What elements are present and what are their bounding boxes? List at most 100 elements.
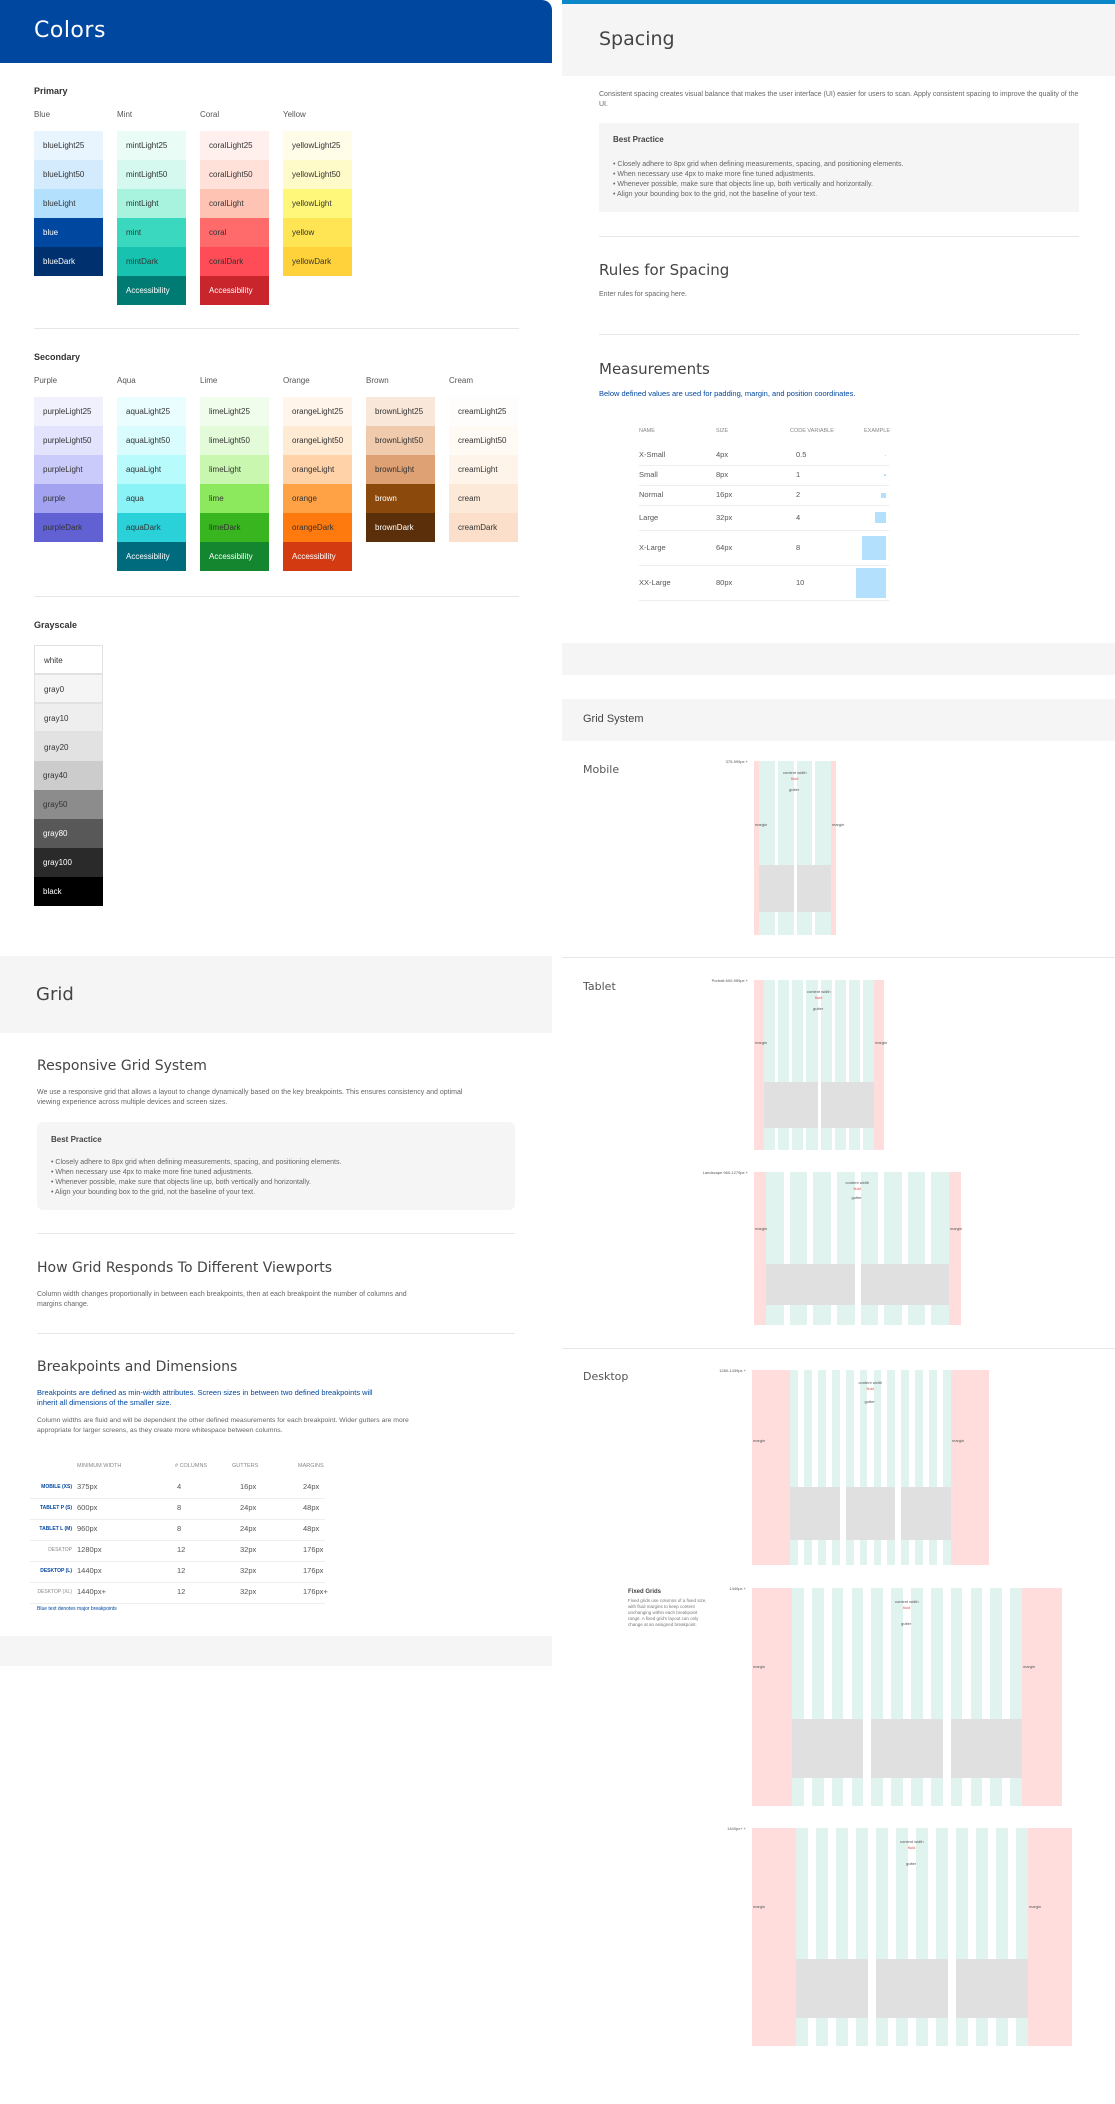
color-swatch: purpleLight25 xyxy=(34,397,103,426)
best-practice-item: • Closely adhere to 8px grid when defini… xyxy=(51,1159,342,1166)
color-swatch: brownLight xyxy=(366,455,435,484)
table-cell: 176px xyxy=(303,1566,324,1575)
table-cell: 32px xyxy=(716,512,733,522)
table-cell: X-Small xyxy=(639,450,666,459)
spacing-best-practice: Best Practice • Closely adhere to 8px gr… xyxy=(599,123,1079,212)
breakpoint-name: TABLET L (M) xyxy=(39,1526,72,1532)
gutter-label: gutter xyxy=(864,1399,875,1405)
color-swatch: aquaLight xyxy=(117,455,186,484)
grid-margin xyxy=(1028,1828,1072,2046)
breakpoint-name: DESKTOP xyxy=(48,1547,72,1553)
margin-label: margin xyxy=(753,1904,766,1910)
color-swatch: brown xyxy=(366,484,435,513)
content-block xyxy=(845,1487,896,1540)
table-cell: 16px xyxy=(716,490,733,499)
best-practice-list: • Closely adhere to 8px grid when defini… xyxy=(613,160,903,200)
grid-margin xyxy=(754,980,764,1150)
table-cell: 32px xyxy=(240,1566,257,1575)
spacing-title: Spacing xyxy=(599,28,675,50)
divider xyxy=(562,1348,1115,1349)
table-cell: 4px xyxy=(716,450,729,459)
table-cell: 8 xyxy=(177,1524,182,1533)
color-swatch: mintLight50 xyxy=(117,160,186,189)
breakpoint-name: MOBILE (XS) xyxy=(41,1484,72,1490)
grid-margin xyxy=(754,1172,766,1325)
color-swatch: coralLight xyxy=(200,189,269,218)
color-swatch: brownDark xyxy=(366,513,435,542)
grid-margin xyxy=(949,1172,961,1325)
grid-margin xyxy=(752,1588,792,1806)
viewports-text: Column width changes proportionally in b… xyxy=(37,1291,407,1308)
spacing-header: Spacing xyxy=(562,4,1115,76)
colors-title: Colors xyxy=(34,18,106,43)
table-cell: 2 xyxy=(796,490,801,499)
margin-label: margin xyxy=(755,1039,768,1045)
table-row-line xyxy=(639,465,889,466)
table-row-line xyxy=(30,1582,325,1583)
breakpoint-name: DESKTOP (L) xyxy=(40,1568,72,1574)
best-practice-title: Best Practice xyxy=(51,1135,102,1144)
color-swatch: Accessibility xyxy=(200,542,269,571)
best-practice-title: Best Practice xyxy=(613,135,664,144)
table-cell: 24px xyxy=(240,1503,257,1512)
breakpoint-range: 1440px+ + xyxy=(727,1826,746,1831)
content-width-label: content width xyxy=(858,1379,883,1385)
margin-label: margin xyxy=(1023,1664,1036,1670)
color-swatch: purpleLight50 xyxy=(34,426,103,455)
content-block xyxy=(950,1718,1022,1778)
gray-swatch: gray10 xyxy=(34,703,103,732)
gutter-label: gutter xyxy=(901,1620,912,1626)
grid-header: Grid xyxy=(0,956,552,1033)
table-cell: 4 xyxy=(796,512,801,522)
table-row-line xyxy=(639,505,889,506)
color-swatch: creamLight xyxy=(449,455,518,484)
breakpoints-title: Breakpoints and Dimensions xyxy=(37,1359,238,1375)
content-block xyxy=(820,1082,874,1128)
table-cell: 1440px xyxy=(77,1566,102,1575)
color-swatch: mint xyxy=(117,218,186,247)
responsive-text: We use a responsive grid that allows a l… xyxy=(37,1089,463,1106)
table-header: # COLUMNS xyxy=(175,1463,208,1469)
gutter-label: gutter xyxy=(789,787,800,793)
color-swatch: orangeDark xyxy=(283,513,352,542)
best-practice-item: • Whenever possible, make sure that obje… xyxy=(51,1179,311,1186)
table-row-line xyxy=(639,600,889,601)
best-practice-item: • Closely adhere to 8px grid when defini… xyxy=(613,161,904,168)
primary-title: Primary xyxy=(34,86,68,96)
table-cell: 176px xyxy=(303,1545,324,1554)
grid-best-practice: Best Practice • Closely adhere to 8px gr… xyxy=(37,1122,515,1210)
color-swatch: Accessibility xyxy=(117,276,186,305)
color-swatch: yellowDark xyxy=(283,247,352,276)
table-row-line xyxy=(639,530,889,531)
color-swatch: brownLight50 xyxy=(366,426,435,455)
rules-title: Rules for Spacing xyxy=(599,261,730,279)
color-swatch: Accessibility xyxy=(283,542,352,571)
table-row-line xyxy=(30,1519,325,1520)
margin-label: margin xyxy=(753,1664,766,1670)
table-header: GUTTERS xyxy=(232,1463,259,1469)
palette-name: Cream xyxy=(449,376,474,385)
colors-header: Colors xyxy=(0,0,552,63)
margin-label: margin xyxy=(952,1438,965,1444)
best-practice-item: • When necessary use 4px to make more fi… xyxy=(613,171,816,178)
table-cell: 80px xyxy=(716,577,733,587)
table-cell: 8px xyxy=(716,470,729,479)
table-cell: Normal xyxy=(639,490,664,499)
breakpoint-range: 375-599px + xyxy=(725,759,748,764)
color-swatch: yellow xyxy=(283,218,352,247)
color-swatch: coral xyxy=(200,218,269,247)
breakpoints-text: Column widths are fluid and will be depe… xyxy=(37,1417,409,1434)
table-row-line xyxy=(30,1498,325,1499)
gray-swatch: gray40 xyxy=(34,761,103,790)
grid-footer-band xyxy=(0,1636,552,1666)
palette-name: Blue xyxy=(34,110,51,119)
content-width-label: content width xyxy=(895,1598,919,1604)
breakpoints-footnote: Blue text denotes major breakpoints xyxy=(37,1606,117,1612)
table-cell: Large xyxy=(639,512,659,522)
content-block xyxy=(796,865,831,913)
color-swatch: blueDark xyxy=(34,247,103,276)
content-block xyxy=(792,1718,864,1778)
fixed-grids-title: Fixed Grids xyxy=(628,1589,662,1595)
table-cell: 48px xyxy=(303,1503,320,1512)
table-header: EXAMPLE xyxy=(864,428,890,434)
